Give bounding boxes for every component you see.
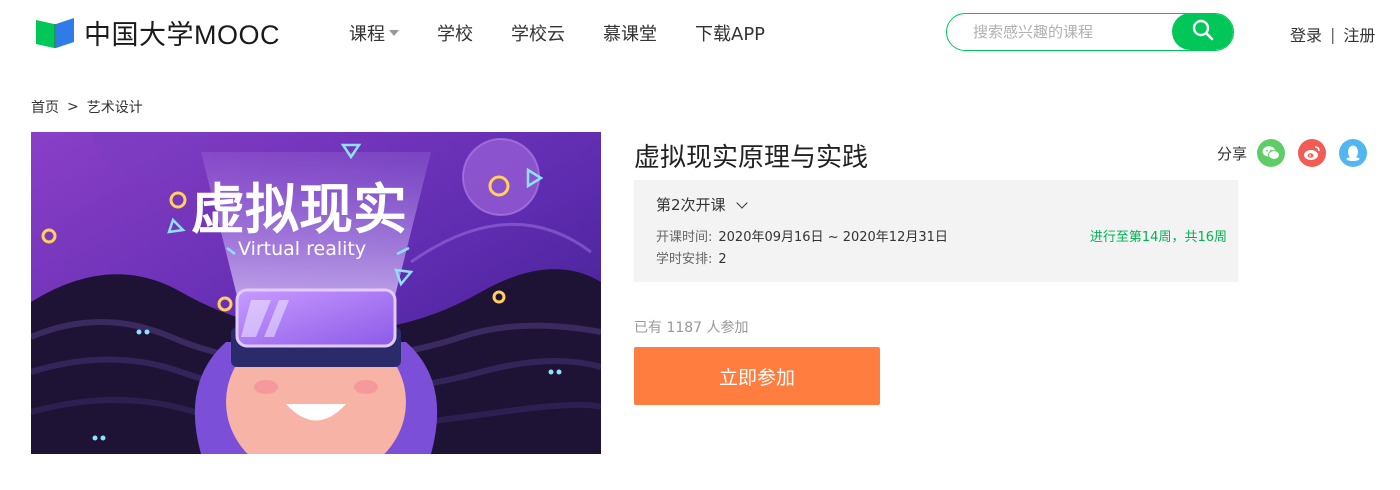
course-title: 虚拟现实原理与实践: [634, 143, 869, 173]
term-progress-text: 进行至第14周，共16周: [1089, 230, 1227, 245]
breadcrumb: 首页 > 艺术设计: [31, 97, 143, 117]
auth-separator: |: [1330, 24, 1336, 44]
banner-title-en: Virtual reality: [238, 238, 366, 260]
nav-item-label: 慕课堂: [603, 24, 657, 45]
logo-book-icon: [34, 14, 78, 50]
nav-item-label: 学校: [437, 24, 473, 45]
weibo-icon[interactable]: [1298, 139, 1327, 167]
breadcrumb-home[interactable]: 首页: [31, 97, 59, 117]
term-hours: 学时安排: 2: [656, 248, 727, 267]
auth-links: 登录 | 注册: [1290, 22, 1375, 46]
wechat-icon[interactable]: [1257, 139, 1286, 167]
banner-title-cn: 虚拟现实: [191, 178, 407, 241]
term-hours-label: 学时安排:: [656, 252, 713, 267]
logo-text: 中国大学MOOC: [84, 19, 280, 50]
search-box: [946, 13, 1234, 51]
nav-item-download-app[interactable]: 下载APP: [695, 20, 765, 46]
caret-down-icon: [389, 30, 399, 36]
nav-item-label: 下载APP: [695, 24, 766, 45]
term-time-label: 开课时间:: [656, 230, 713, 245]
nav-item-courses[interactable]: 课程: [349, 20, 399, 46]
nav-item-label: 学校云: [511, 24, 565, 45]
top-header: 中国大学MOOC 课程 学校 学校云 慕课堂 下载APP 搜索感兴趣的课程 登录…: [0, 0, 1400, 64]
nav-item-school-cloud[interactable]: 学校云: [511, 20, 565, 46]
breadcrumb-category[interactable]: 艺术设计: [87, 97, 143, 117]
term-hours-value: 2: [718, 252, 727, 267]
term-select-dropdown[interactable]: 第2次开课: [656, 194, 748, 215]
search-button[interactable]: [1172, 14, 1233, 50]
course-banner-image: 虚拟现实 Virtual reality: [31, 132, 601, 454]
login-link[interactable]: 登录: [1290, 22, 1322, 46]
register-link[interactable]: 注册: [1343, 22, 1375, 46]
enrolled-count: 已有 1187 人参加: [634, 320, 749, 336]
share-bar: 分享: [1217, 139, 1380, 167]
term-selected-label: 第2次开课: [656, 196, 726, 214]
nav-item-label: 课程: [349, 24, 385, 45]
term-info-panel: 第2次开课 开课时间: 2020年09月16日 ~ 2020年12月31日 学时安…: [634, 180, 1238, 282]
search-icon: [1191, 18, 1215, 46]
term-time-value: 2020年09月16日 ~ 2020年12月31日: [718, 230, 948, 245]
term-time: 开课时间: 2020年09月16日 ~ 2020年12月31日: [656, 226, 948, 245]
chevron-down-icon: [735, 196, 748, 209]
nav-item-mooc-class[interactable]: 慕课堂: [603, 20, 657, 46]
share-label: 分享: [1217, 144, 1248, 163]
join-course-button[interactable]: 立即参加: [634, 347, 880, 405]
search-input[interactable]: [947, 14, 1171, 49]
qq-icon[interactable]: [1339, 139, 1368, 167]
site-logo[interactable]: 中国大学MOOC: [34, 14, 280, 50]
nav-item-schools[interactable]: 学校: [437, 20, 473, 46]
main-nav: 课程 学校 学校云 慕课堂 下载APP: [349, 20, 803, 46]
breadcrumb-arrow: >: [67, 99, 79, 115]
